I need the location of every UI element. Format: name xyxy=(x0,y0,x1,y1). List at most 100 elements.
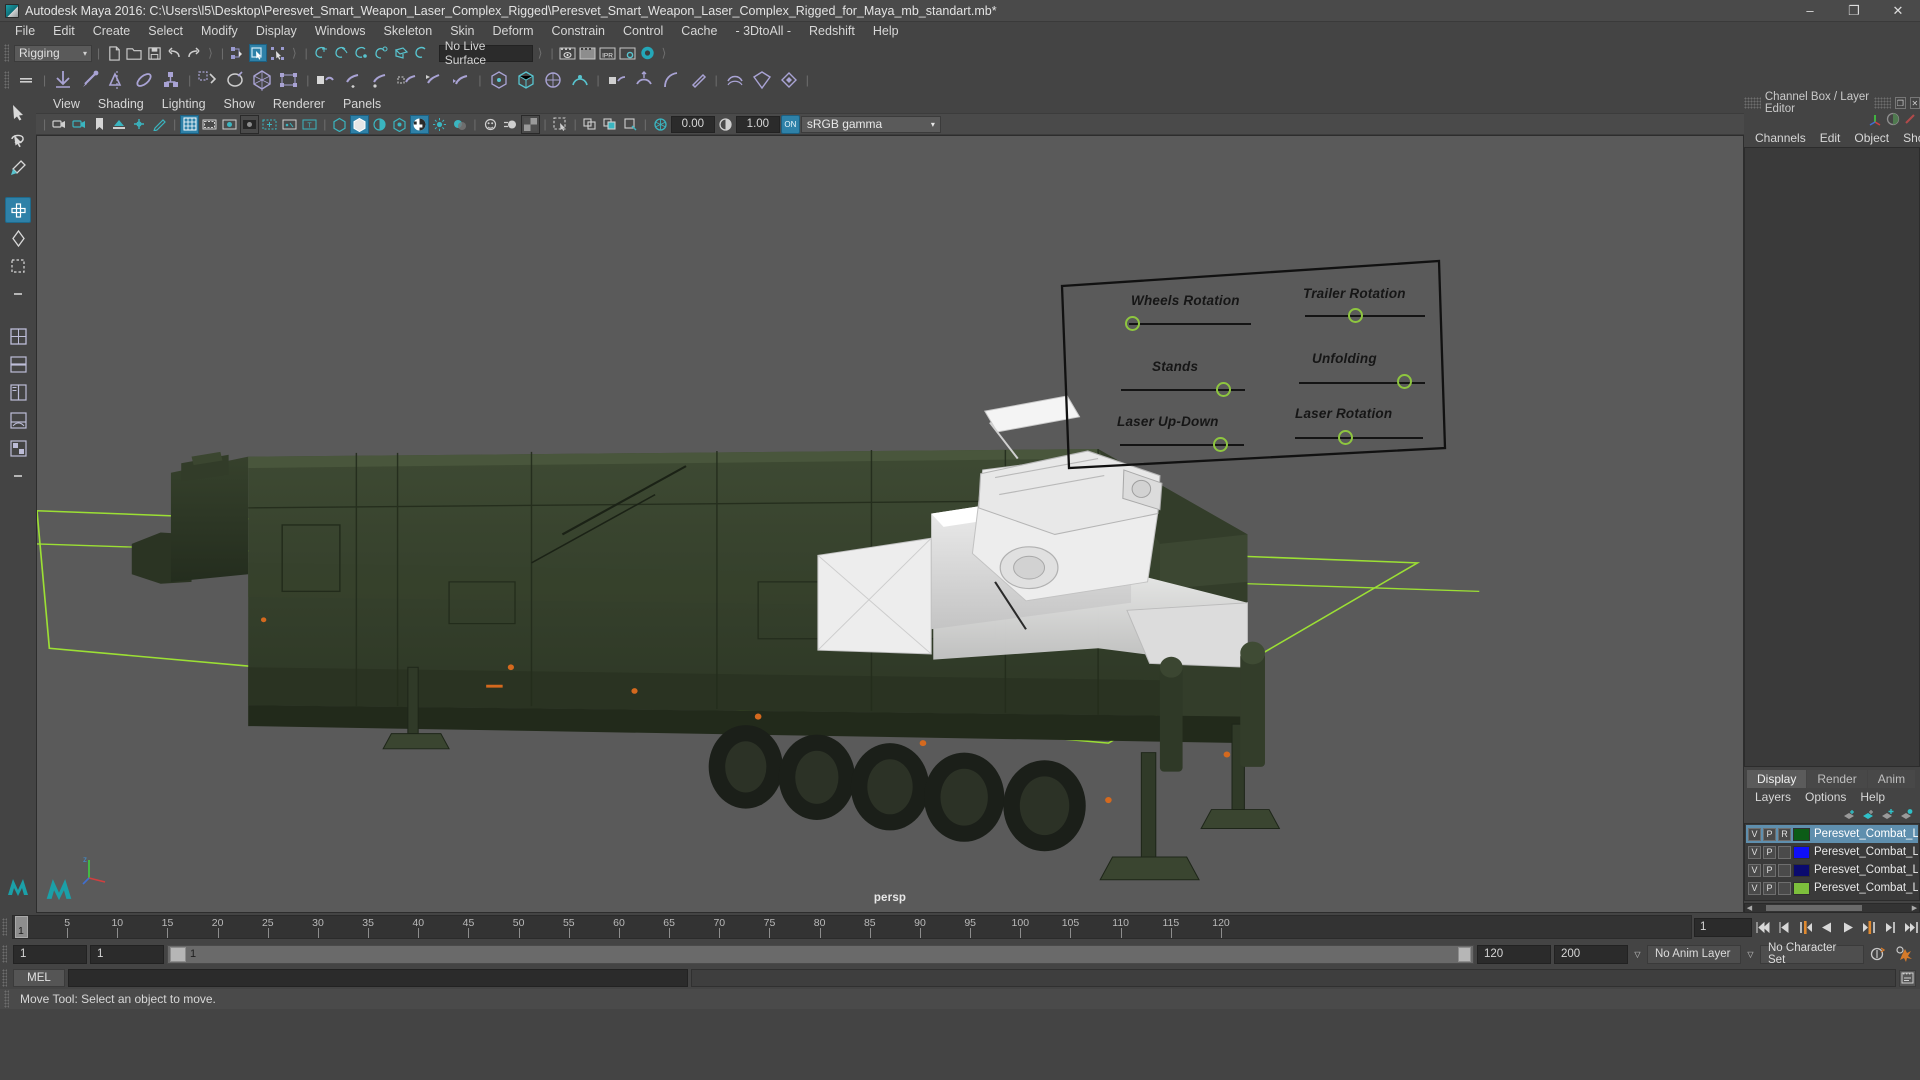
control-knob-trailer-rotation[interactable] xyxy=(1348,308,1363,323)
panel-grip[interactable] xyxy=(1744,97,1761,109)
control-knob-unfolding[interactable] xyxy=(1397,374,1412,389)
title-safe-icon[interactable]: T xyxy=(300,115,319,134)
layer-toggle-reference[interactable]: R xyxy=(1778,827,1791,841)
maximize-button[interactable]: ❐ xyxy=(1832,0,1876,22)
rotate-tool[interactable] xyxy=(5,225,31,251)
character-set-dropdown-arrow[interactable]: ▽ xyxy=(1744,950,1757,959)
gate-mask-icon[interactable] xyxy=(240,114,260,134)
step-back-keyframe-icon[interactable] xyxy=(1775,918,1794,937)
gamma-icon[interactable] xyxy=(716,115,735,134)
layer-toggle-visibility[interactable]: V xyxy=(1748,863,1761,877)
pole-vector-icon[interactable] xyxy=(448,67,474,93)
channel-box-menu-object[interactable]: Object xyxy=(1847,131,1896,145)
current-time-indicator[interactable]: 1 xyxy=(15,916,28,938)
help-line-grip[interactable] xyxy=(4,990,9,1008)
control-knob-laser-rotation[interactable] xyxy=(1338,430,1353,445)
menu-edit[interactable]: Edit xyxy=(44,22,84,41)
safe-action-icon[interactable] xyxy=(280,115,299,134)
channel-box-menu-show[interactable]: Show xyxy=(1896,131,1920,145)
wire-tool-icon[interactable] xyxy=(604,67,630,93)
time-slider-track[interactable]: 1 5 10 15 20 25 30 35 40 45 50 55 60 65 70 75 80 85 90 95 1… xyxy=(12,915,1692,939)
layer-list-horizontal-scrollbar[interactable]: ◀ ▶ xyxy=(1744,903,1920,913)
layer-toggle-reference[interactable] xyxy=(1778,863,1791,877)
textured-shading-icon[interactable] xyxy=(410,114,430,134)
new-layer-from-selected-icon[interactable] xyxy=(1861,808,1876,821)
panel-menu-shading[interactable]: Shading xyxy=(89,97,153,111)
shrinkwrap-icon[interactable] xyxy=(749,67,775,93)
panel-menu-panels[interactable]: Panels xyxy=(334,97,390,111)
grid-toggle-icon[interactable] xyxy=(180,114,200,134)
layer-toggle-reference[interactable] xyxy=(1778,845,1791,859)
control-knob-laser-up-down[interactable] xyxy=(1213,437,1228,452)
anim-end-time-field[interactable]: 200 xyxy=(1554,944,1628,964)
film-gate-icon[interactable] xyxy=(200,115,219,134)
layer-color-swatch[interactable] xyxy=(1793,827,1810,841)
panel-menu-view[interactable]: View xyxy=(44,97,89,111)
menu-3dtoall[interactable]: - 3DtoAll - xyxy=(726,22,800,41)
snap-to-curve-icon[interactable] xyxy=(333,44,351,62)
use-lights-icon[interactable] xyxy=(430,115,449,134)
anim-layer-field[interactable]: No Anim Layer xyxy=(1647,944,1741,964)
insert-joint-icon[interactable] xyxy=(77,67,103,93)
persp-outliner-layout[interactable] xyxy=(5,379,31,405)
range-bar[interactable]: 1 xyxy=(167,944,1474,964)
menu-display[interactable]: Display xyxy=(247,22,306,41)
nonlinear-bend-icon[interactable] xyxy=(658,67,684,93)
render-settings-icon[interactable] xyxy=(619,44,637,62)
orient-constraint-icon[interactable] xyxy=(367,67,393,93)
layer-menu-help[interactable]: Help xyxy=(1853,790,1892,804)
wireframe-shading-icon[interactable] xyxy=(330,115,349,134)
select-by-object-icon[interactable] xyxy=(248,44,267,62)
scale-tool[interactable] xyxy=(5,253,31,279)
point-constraint-icon[interactable] xyxy=(340,67,366,93)
redo-icon[interactable] xyxy=(185,44,203,62)
character-set-field[interactable]: No Character Set xyxy=(1760,942,1864,966)
ik-spline-handle-icon[interactable] xyxy=(158,67,184,93)
no-grid-icon[interactable] xyxy=(621,115,640,134)
panel-menu-renderer[interactable]: Renderer xyxy=(264,97,334,111)
minimize-button[interactable]: – xyxy=(1788,0,1832,22)
script-language-button[interactable]: MEL xyxy=(13,969,65,987)
toolbar-grip[interactable] xyxy=(4,44,9,62)
step-forward-keyframe-icon[interactable] xyxy=(1880,918,1899,937)
shadows-icon[interactable] xyxy=(450,115,469,134)
persp-render-layout[interactable] xyxy=(5,463,31,489)
gamma-field[interactable]: 1.00 xyxy=(735,115,780,133)
scroll-right-arrow[interactable]: ▶ xyxy=(1910,904,1919,912)
camera-attributes-icon[interactable] xyxy=(70,115,89,134)
vehicle-model[interactable] xyxy=(37,136,1743,912)
play-backwards-icon[interactable] xyxy=(1817,918,1836,937)
layer-toggle-playback[interactable]: P xyxy=(1763,827,1776,841)
save-scene-icon[interactable] xyxy=(145,44,163,62)
new-scene-icon[interactable] xyxy=(105,44,123,62)
snap-to-projected-center-icon[interactable] xyxy=(373,44,391,62)
layer-color-swatch[interactable] xyxy=(1793,845,1810,859)
shelf-grip[interactable] xyxy=(4,71,9,89)
perspective-viewport[interactable]: Wheels Rotation Trailer Rotation Stands … xyxy=(36,135,1744,913)
menu-file[interactable]: File xyxy=(6,22,44,41)
menu-create[interactable]: Create xyxy=(84,22,140,41)
range-handle-right[interactable] xyxy=(1458,946,1471,962)
command-input[interactable] xyxy=(68,969,688,987)
go-to-start-icon[interactable] xyxy=(1754,918,1773,937)
playback-end-time-field[interactable]: 120 xyxy=(1477,944,1551,964)
add-selected-icon[interactable] xyxy=(1880,808,1895,821)
select-by-hierarchy-icon[interactable] xyxy=(229,44,247,62)
script-editor-icon[interactable] xyxy=(1899,969,1916,987)
layer-color-swatch[interactable] xyxy=(1793,881,1810,895)
shade-x-ray-icon[interactable] xyxy=(370,115,389,134)
mirror-joint-icon[interactable] xyxy=(104,67,130,93)
layer-menu-options[interactable]: Options xyxy=(1798,790,1853,804)
select-tool[interactable] xyxy=(5,99,31,125)
interactive-bind-icon[interactable] xyxy=(276,67,302,93)
tab-display[interactable]: Display xyxy=(1747,770,1807,788)
single-perspective-layout[interactable] xyxy=(5,323,31,349)
layer-menu-layers[interactable]: Layers xyxy=(1748,790,1798,804)
scrollbar-thumb[interactable] xyxy=(1766,905,1862,911)
lasso-select-tool[interactable] xyxy=(5,127,31,153)
anim-start-time-field[interactable]: 1 xyxy=(13,944,87,964)
tab-anim[interactable]: Anim xyxy=(1867,770,1916,788)
bookmark-icon[interactable] xyxy=(90,115,109,134)
image-plane-icon[interactable] xyxy=(110,115,129,134)
tab-render[interactable]: Render xyxy=(1807,770,1867,788)
